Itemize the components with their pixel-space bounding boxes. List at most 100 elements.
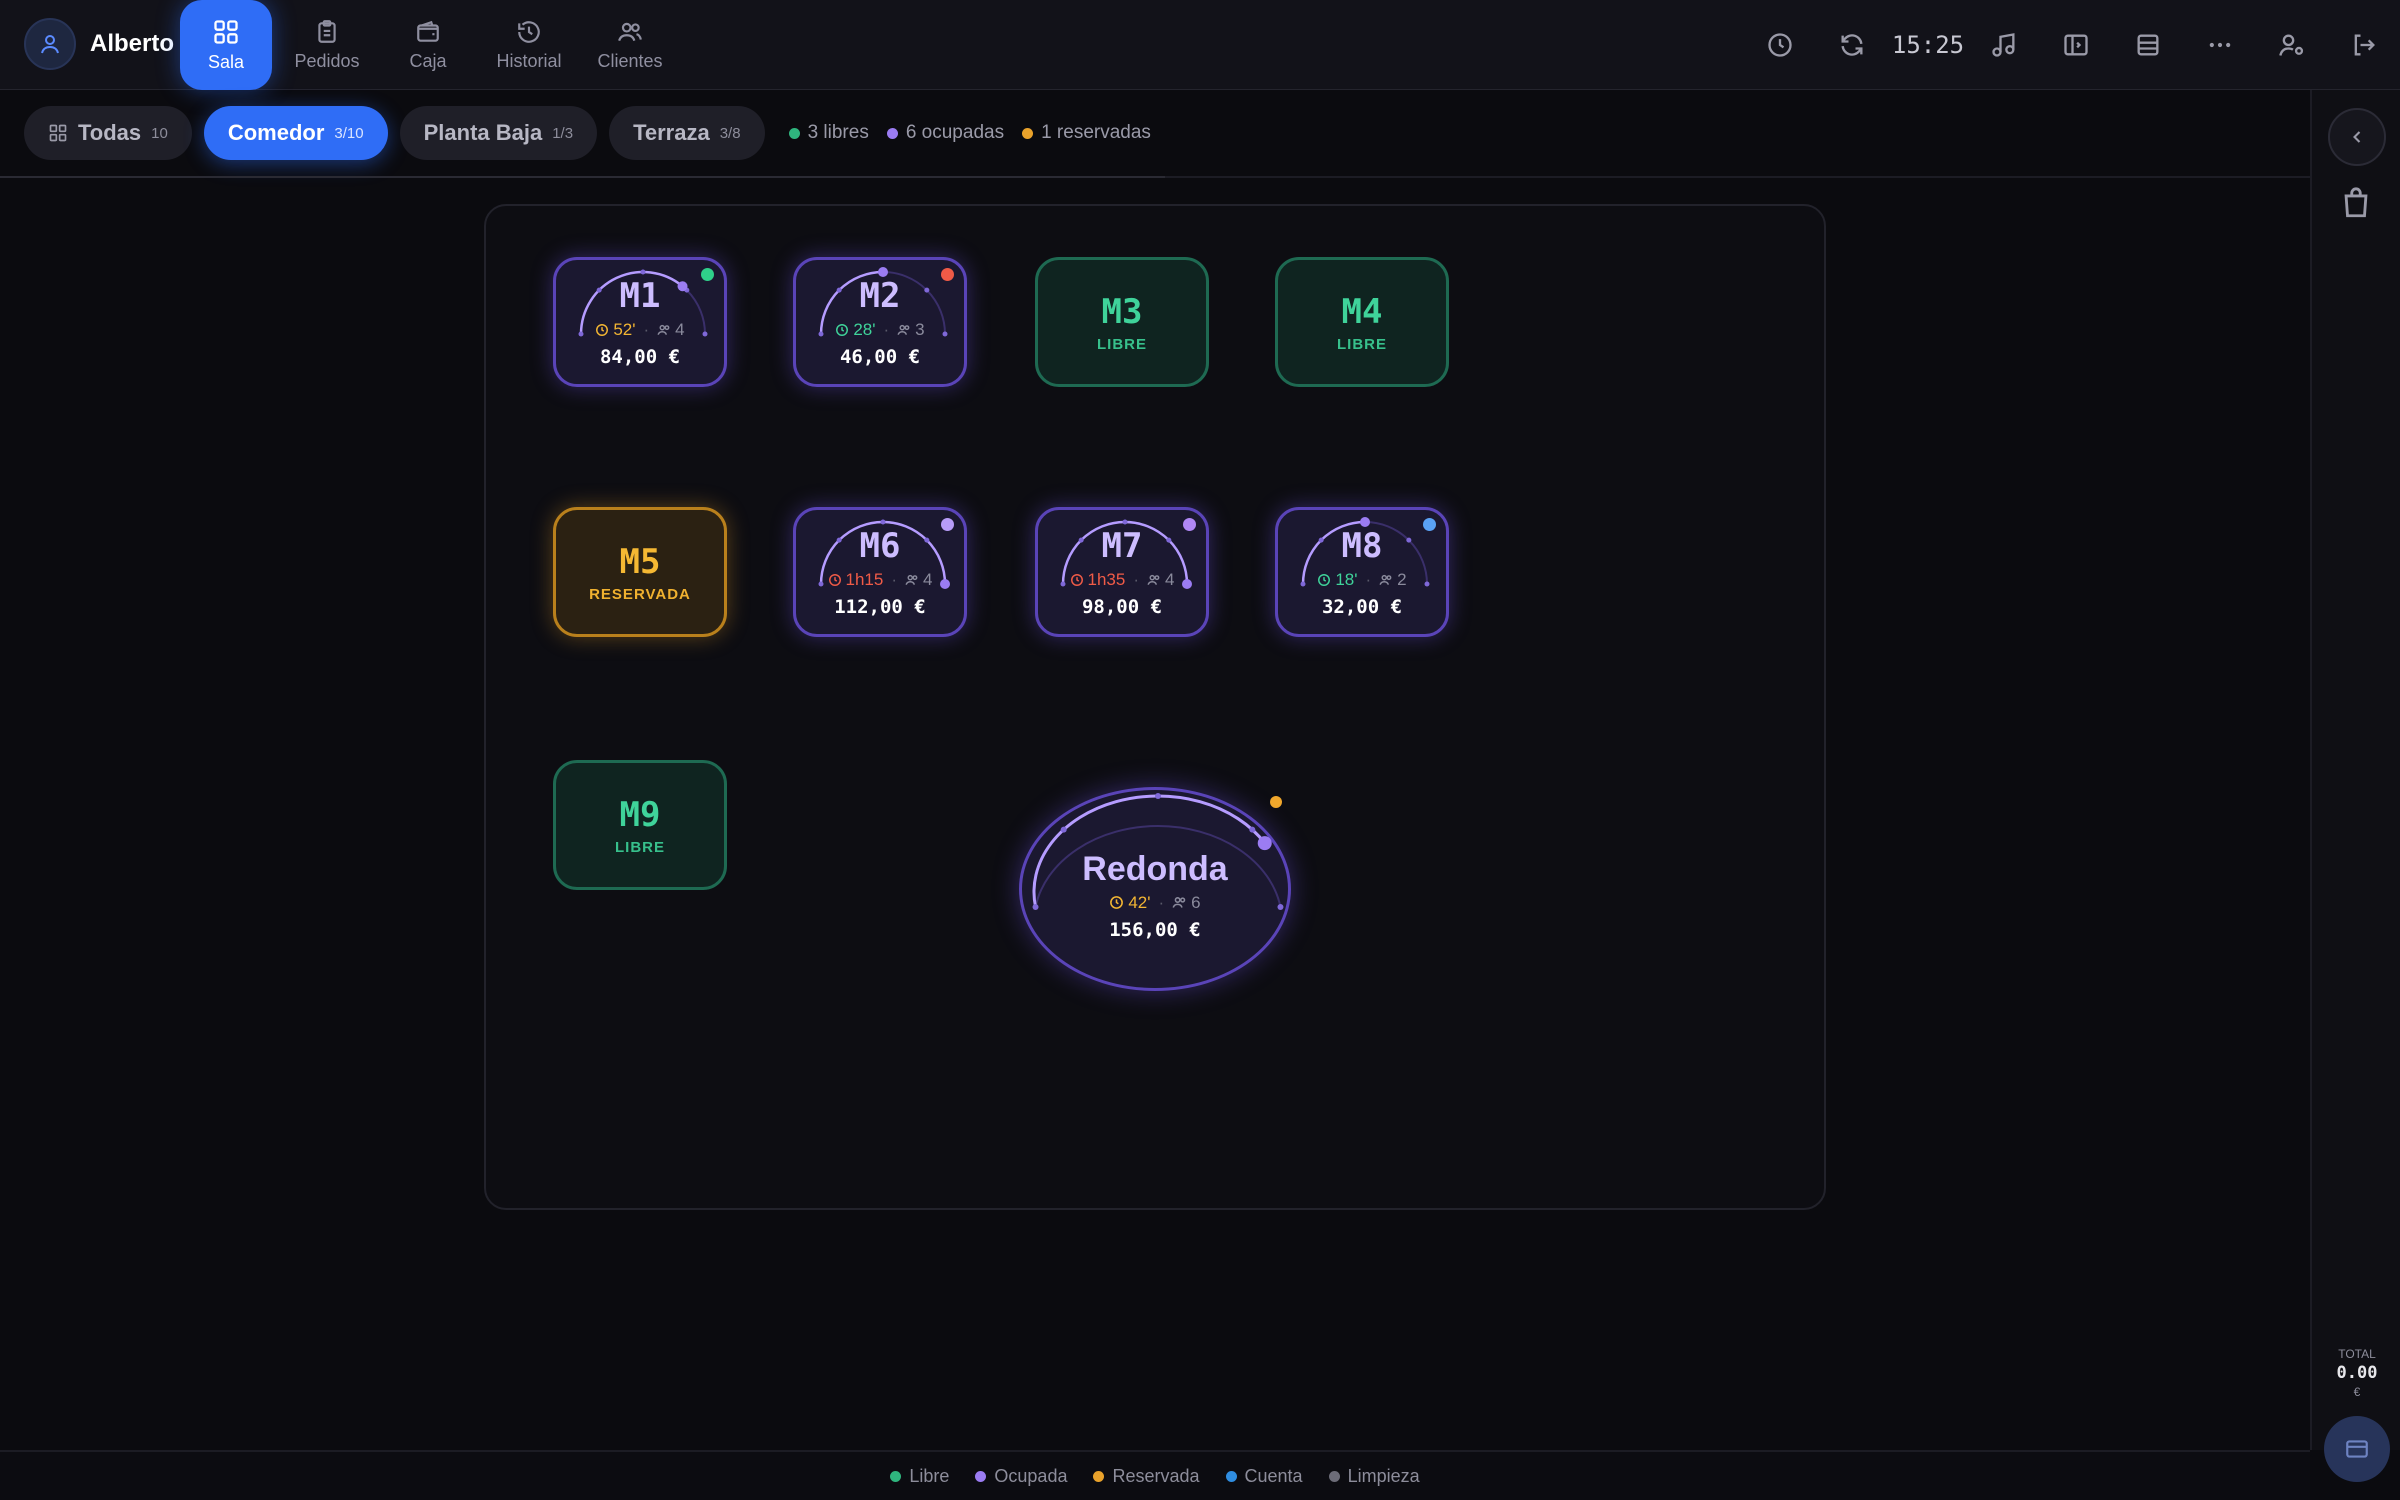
table-name: M8 [1341,526,1383,566]
filter-comedor[interactable]: Comedor 3/10 [203,106,388,160]
chevron-left-icon [2353,131,2361,143]
filter-planta-baja[interactable]: Planta Baja 1/3 [399,106,598,160]
nav-sala[interactable]: Sala [180,0,272,90]
pay-button[interactable] [2324,1416,2390,1482]
table-price: 156,00 € [1109,918,1201,941]
table-time: 1h15 [828,570,883,590]
table-m5[interactable]: M5 RESERVADA [553,507,727,637]
arc-tick [818,331,824,337]
user-icon [41,35,59,54]
table-guests: 2 [1379,570,1407,590]
table-m9[interactable]: M9 LIBRE [553,760,727,890]
filter-terraza[interactable]: Terraza 3/8 [609,106,765,160]
arc-tick [1424,581,1430,587]
table-guests: 4 [657,320,685,340]
refresh-button[interactable] [1816,0,1888,90]
arc-tick [702,331,708,337]
table-guests-value: 4 [675,320,685,339]
clock-icon [836,324,849,336]
arc-head [1257,836,1272,851]
collapse-sidebar-button[interactable] [2328,108,2386,166]
table-status: RESERVADA [589,585,691,603]
arc-tick [880,519,886,525]
guests-icon [897,324,910,335]
user-name: Alberto [90,30,174,57]
occupied-dot [886,127,898,139]
status-legend: Libre Ocupada Reservada Cuenta Limpieza [0,1450,2310,1500]
logout-button[interactable] [2328,0,2400,90]
arc-tick [924,287,930,293]
table-redonda[interactable]: Redonda 42' · 6 156,00 € [1019,787,1291,991]
user-settings-button[interactable] [2256,0,2328,90]
total-label: TOTAL [2338,1347,2376,1361]
table-m8[interactable]: M8 18' · 2 32,00 € [1275,507,1449,637]
table-m6[interactable]: M6 1h15 · 4 112,00 € [793,507,967,637]
nav-pedidos[interactable]: Pedidos [281,0,373,90]
legend-ocupada: Ocupada [975,1466,1067,1487]
list-button[interactable] [2112,0,2184,90]
nav-label: Pedidos [294,50,360,71]
table-time: 28' [835,320,876,340]
table-price: 112,00 € [834,596,926,618]
filter-count: 3/8 [719,124,741,142]
panel-toggle-button[interactable] [2040,0,2112,90]
table-status: LIBRE [1097,335,1147,353]
arc-tick [1406,537,1412,543]
more-button[interactable] [2184,0,2256,90]
table-m4[interactable]: M4 LIBRE [1275,257,1449,387]
meta-separator: · [883,320,890,339]
legend-label: Libre [909,1465,950,1486]
arc-tick [1155,793,1161,799]
table-name: M6 [859,526,901,566]
filter-label: Comedor [227,120,325,145]
table-meta: 1h15 · 4 [828,570,932,590]
table-meta: 28' · 3 [835,320,925,340]
nav-historial[interactable]: Historial [483,0,575,90]
user-avatar[interactable] [24,18,76,70]
table-m2[interactable]: M2 28' · 3 46,00 € [793,257,967,387]
table-status: LIBRE [615,838,665,856]
legend-label: Cuenta [1244,1465,1303,1486]
table-m7[interactable]: M7 1h35 · 4 98,00 € [1035,507,1209,637]
nav-clientes[interactable]: Clientes [584,0,676,90]
free-dot [788,127,800,139]
nav-label: Clientes [597,50,663,71]
arc-tick [942,581,948,587]
table-price: 32,00 € [1321,596,1403,618]
main-nav: Sala Pedidos Caja Historial Clientes [180,0,685,90]
cart-button[interactable] [2339,186,2373,225]
legend-libre: Libre [890,1466,949,1487]
total-currency: € [2353,1385,2361,1399]
music-button[interactable] [1968,0,2040,90]
clock-button[interactable] [1744,0,1816,90]
clock-icon [1768,33,1792,57]
user-profile[interactable]: Alberto [24,18,174,70]
filter-count: 1/3 [552,124,574,142]
guests-icon [1147,574,1160,585]
nav-label: Caja [409,50,447,71]
table-guests-value: 4 [1165,570,1175,589]
clock-display: 15:25 [1891,31,1965,59]
table-m1[interactable]: M1 52' · 4 84,00 € [553,257,727,387]
arc-tick [1318,537,1324,543]
clock-icon [596,324,609,336]
table-meta: 42' · 6 [1109,893,1201,913]
order-sidebar: TOTAL 0.00 € [2310,90,2400,1482]
nav-label: Sala [207,51,245,72]
meta-separator: · [1365,570,1372,589]
filter-label: Planta Baja [423,120,543,145]
table-guests: 4 [905,570,932,590]
table-m3[interactable]: M3 LIBRE [1035,257,1209,387]
meta-separator: · [891,570,898,589]
table-name: M7 [1101,526,1143,566]
nav-caja[interactable]: Caja [382,0,474,90]
arc-tick [578,331,584,337]
legend-dot [1093,1470,1105,1482]
arc-tick [836,537,842,543]
logout-icon [2354,34,2375,56]
table-guests-value: 2 [1397,570,1407,589]
filter-todas[interactable]: Todas 10 [24,106,192,160]
order-total: TOTAL 0.00 € [2312,1347,2400,1399]
more-icon [2209,42,2231,48]
table-time-value: 18' [1335,570,1358,589]
